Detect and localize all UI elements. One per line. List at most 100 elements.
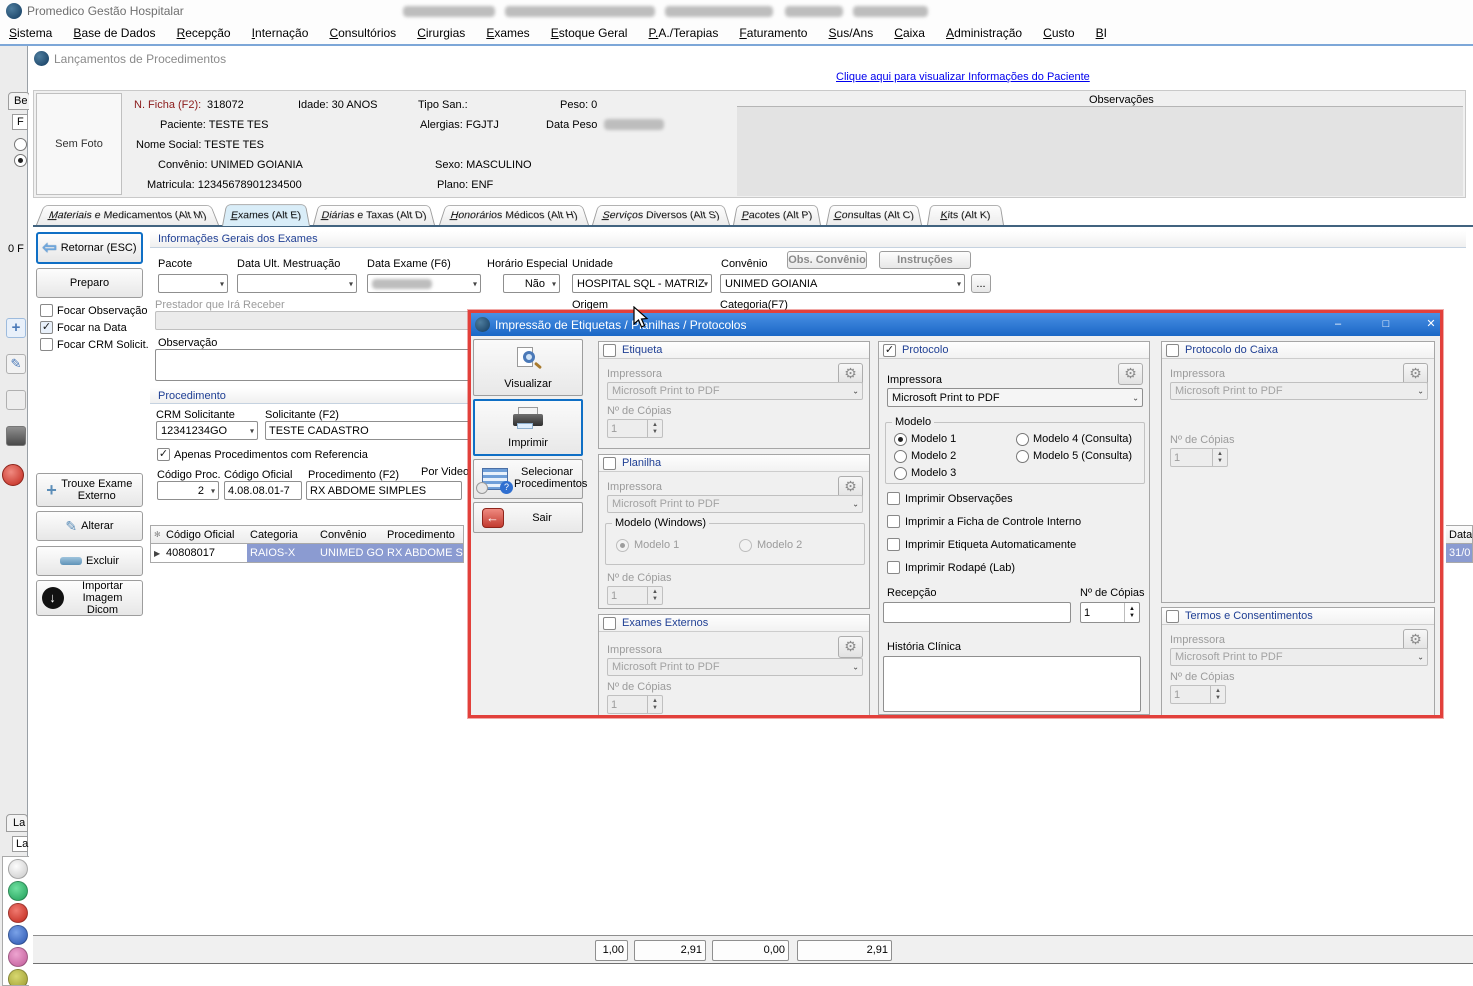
- focar-na-data-checkbox[interactable]: ✓: [40, 321, 53, 334]
- planilha-modelo1-radio[interactable]: [616, 539, 629, 552]
- left-strip-pencil-icon[interactable]: ✎: [6, 354, 26, 374]
- observacoes-box[interactable]: [737, 106, 1463, 196]
- menu-bi[interactable]: BI: [1087, 22, 1116, 44]
- left-strip-tab-la1[interactable]: La: [6, 814, 28, 832]
- left-strip-add-icon[interactable]: +: [6, 318, 26, 338]
- cell-procedimento[interactable]: RX ABDOME SIMPLES: [384, 543, 464, 563]
- protocolo-printer-dropdown[interactable]: Microsoft Print to PDF⌄: [887, 388, 1143, 407]
- dialog-titlebar[interactable]: Impressão de Etiquetas / Planilhas / Pro…: [471, 313, 1440, 336]
- col-procedimento[interactable]: Procedimento: [384, 525, 464, 544]
- minimize-icon[interactable]: –: [1323, 316, 1353, 333]
- left-strip-vitals-icon[interactable]: [8, 881, 28, 901]
- tab-pacotes[interactable]: Pacotes (Alt P): [733, 205, 821, 225]
- menu-sus-ans[interactable]: Sus/Ans: [820, 22, 883, 44]
- menu-internacao[interactable]: Internação: [243, 22, 318, 44]
- etiqueta-copias-spinner[interactable]: ▲▼: [607, 419, 663, 438]
- menu-pa-terapias[interactable]: P.A./Terapias: [640, 22, 728, 44]
- unidade-dropdown[interactable]: HOSPITAL SQL - MATRIZ▾: [572, 274, 712, 293]
- pacote-dropdown[interactable]: ▾: [158, 274, 228, 293]
- referencia-checkbox[interactable]: ✓: [157, 448, 170, 461]
- menu-custo[interactable]: Custo: [1034, 22, 1083, 44]
- recepcao-input[interactable]: [883, 602, 1071, 623]
- left-strip-radio-1[interactable]: [14, 138, 27, 151]
- exames-externos-printer-settings-icon[interactable]: [838, 636, 863, 658]
- imprimir-button[interactable]: Imprimir: [473, 399, 583, 456]
- focar-observacao-checkbox[interactable]: [40, 304, 53, 317]
- patient-info-link[interactable]: Clique aqui para visualizar Informações …: [836, 71, 1090, 83]
- cell-convenio[interactable]: UNIMED GOIANIA: [317, 543, 385, 563]
- cell-data[interactable]: 31/0: [1446, 543, 1473, 563]
- menu-consultorios[interactable]: Consultórios: [320, 22, 405, 44]
- menstruacao-dropdown[interactable]: ▾: [237, 274, 357, 293]
- tab-materiais[interactable]: Materiais e Medicamentos (Alt M): [36, 205, 219, 225]
- menu-exames[interactable]: Exames: [477, 22, 538, 44]
- exames-externos-copias-spinner[interactable]: ▲▼: [607, 695, 663, 714]
- focar-crm-checkbox[interactable]: [40, 338, 53, 351]
- protocolo-modelo4-radio[interactable]: [1016, 433, 1029, 446]
- left-strip-radio-2[interactable]: [14, 154, 27, 167]
- exames-externos-checkbox[interactable]: [603, 617, 616, 630]
- protocolo-copias-spinner[interactable]: ▲▼: [1080, 602, 1140, 623]
- exames-externos-printer-dropdown[interactable]: Microsoft Print to PDF⌄: [607, 658, 863, 676]
- protocolo-printer-settings-icon[interactable]: [1118, 363, 1143, 385]
- menu-cirurgias[interactable]: Cirurgias: [408, 22, 474, 44]
- planilha-printer-dropdown[interactable]: Microsoft Print to PDF⌄: [607, 495, 863, 513]
- excluir-button[interactable]: Excluir: [36, 546, 143, 576]
- close-icon[interactable]: ✕: [1416, 316, 1446, 333]
- menu-administracao[interactable]: Administração: [937, 22, 1031, 44]
- left-strip-button-icon[interactable]: [6, 390, 26, 410]
- visualizar-button[interactable]: Visualizar: [473, 339, 583, 396]
- left-strip-star-icon[interactable]: [8, 969, 28, 986]
- protocolo-caixa-printer-dropdown[interactable]: Microsoft Print to PDF⌄: [1170, 382, 1428, 400]
- convenio-browse-button[interactable]: ...: [971, 274, 991, 293]
- historia-clinica-textarea[interactable]: [883, 656, 1141, 712]
- selecionar-procedimentos-button[interactable]: ? SelecionarProcedimentos: [473, 459, 583, 499]
- crm-dropdown[interactable]: 12341234GO▾: [156, 421, 258, 440]
- planilha-copias-spinner[interactable]: ▲▼: [607, 586, 663, 605]
- importar-dicom-button[interactable]: ↓ Importar Imagem Dicom: [36, 580, 143, 616]
- termos-checkbox[interactable]: [1166, 610, 1179, 623]
- tab-diarias[interactable]: Diárias e Taxas (Alt D): [313, 205, 435, 225]
- left-strip-user-icon[interactable]: [8, 859, 28, 879]
- protocolo-caixa-copias-spinner[interactable]: ▲▼: [1170, 448, 1228, 467]
- protocolo-checkbox[interactable]: ✓: [883, 344, 896, 357]
- left-strip-pink-icon[interactable]: [8, 947, 28, 967]
- etiqueta-printer-dropdown[interactable]: Microsoft Print to PDF⌄: [607, 382, 863, 400]
- menu-base-de-dados[interactable]: Base de Dados: [64, 22, 164, 44]
- menu-caixa[interactable]: Caixa: [885, 22, 934, 44]
- menu-faturamento[interactable]: Faturamento: [730, 22, 816, 44]
- maximize-icon[interactable]: □: [1371, 316, 1401, 333]
- instrucoes-button[interactable]: Instruções: [879, 251, 971, 269]
- tab-exames[interactable]: Exames (Alt E): [222, 204, 310, 226]
- sair-button[interactable]: Sair: [473, 502, 583, 533]
- col-convenio[interactable]: Convênio: [317, 525, 385, 544]
- termos-printer-dropdown[interactable]: Microsoft Print to PDF⌄: [1170, 648, 1428, 666]
- menu-sistema[interactable]: Sistema: [0, 22, 61, 44]
- horario-especial-dropdown[interactable]: Não▾: [503, 274, 560, 293]
- left-strip-tab-be[interactable]: Be: [8, 92, 30, 110]
- alterar-button[interactable]: ✎ Alterar: [36, 511, 143, 541]
- imprimir-rodape-checkbox[interactable]: [887, 561, 900, 574]
- obs-convenio-button[interactable]: Obs. Convênio: [787, 251, 867, 269]
- left-strip-tab-f[interactable]: F: [12, 114, 28, 130]
- col-data[interactable]: Data: [1446, 525, 1473, 544]
- preparo-button[interactable]: Preparo: [36, 268, 143, 298]
- menu-recepcao[interactable]: Recepção: [168, 22, 240, 44]
- left-strip-tab-la2[interactable]: La: [12, 836, 28, 852]
- col-codigo-oficial[interactable]: Código Oficial: [163, 525, 248, 544]
- procedimento-input[interactable]: [306, 481, 462, 500]
- protocolo-modelo5-radio[interactable]: [1016, 450, 1029, 463]
- cell-codigo[interactable]: 40808017: [163, 543, 248, 563]
- imprimir-ficha-checkbox[interactable]: [887, 515, 900, 528]
- protocolo-caixa-checkbox[interactable]: [1166, 344, 1179, 357]
- codigo-proc-dropdown[interactable]: 2▾: [157, 481, 219, 500]
- planilha-modelo2-radio[interactable]: [739, 539, 752, 552]
- tab-consultas[interactable]: Consultas (Alt C): [826, 205, 922, 225]
- tab-honorarios[interactable]: Honorários Médicos (Alt H): [439, 205, 589, 225]
- protocolo-modelo2-radio[interactable]: [894, 450, 907, 463]
- protocolo-modelo1-radio[interactable]: [894, 433, 907, 446]
- col-categoria[interactable]: Categoria: [247, 525, 318, 544]
- data-exame-dropdown[interactable]: ▾: [367, 274, 481, 293]
- retornar-button[interactable]: ⇦ Retornar (ESC): [36, 232, 143, 264]
- etiqueta-checkbox[interactable]: [603, 344, 616, 357]
